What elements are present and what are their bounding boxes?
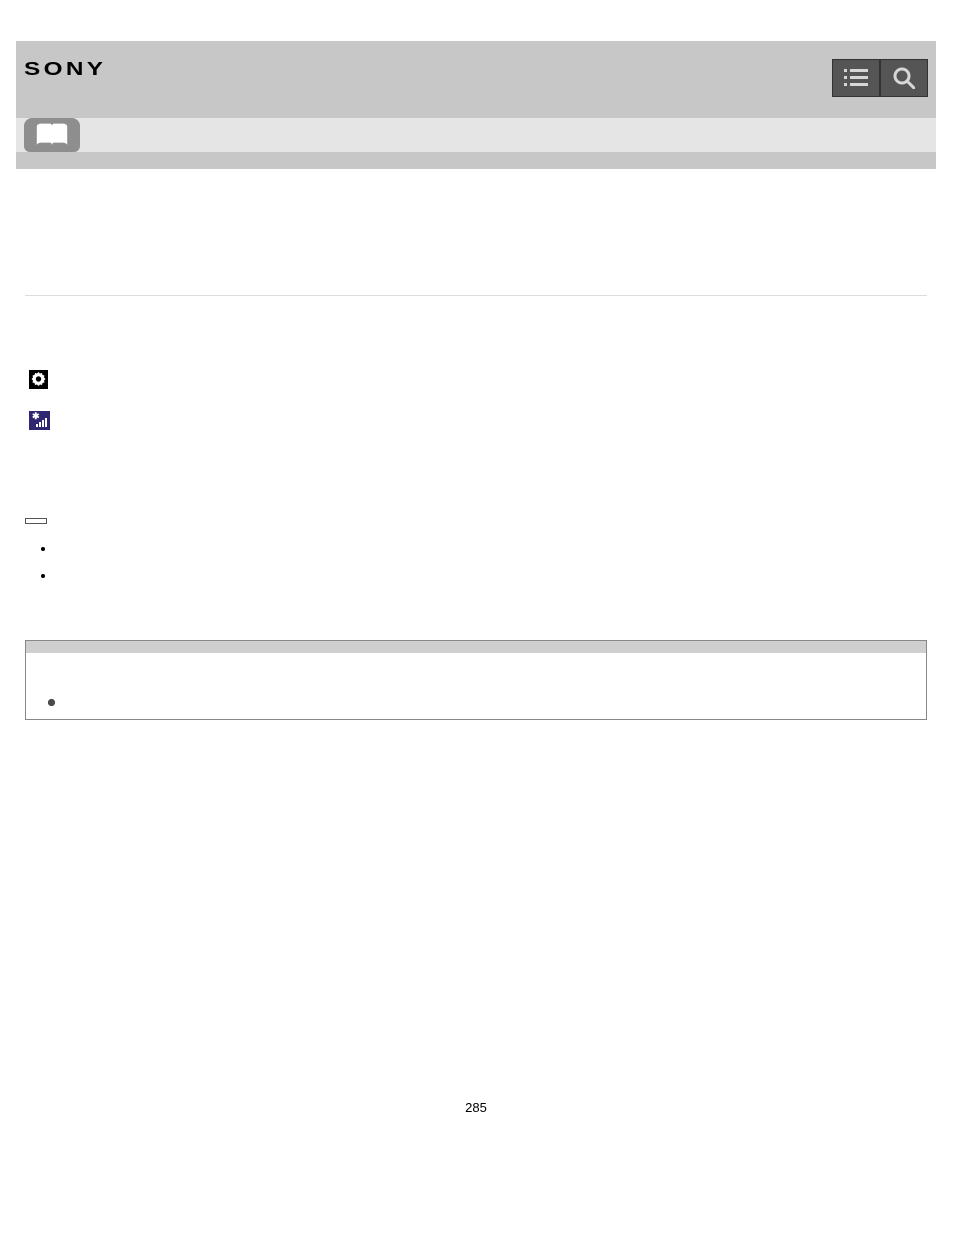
help-guide-icon[interactable] <box>24 118 80 152</box>
hint-heading <box>25 518 47 524</box>
step-1 <box>25 366 927 389</box>
gray-strip <box>16 152 936 169</box>
search-icon <box>893 67 915 89</box>
creative-look-icon: ✱ <box>29 411 50 430</box>
header-bar: SONY <box>16 41 936 118</box>
page-number: 285 <box>25 1100 927 1135</box>
separator <box>25 295 927 296</box>
search-button[interactable] <box>880 59 928 97</box>
page-content: ✱ <box>16 169 936 1135</box>
guide-bar <box>16 118 936 152</box>
hint-item <box>55 539 927 558</box>
step-2: ✱ <box>25 411 927 430</box>
list-icon <box>844 69 868 87</box>
hint-list <box>37 539 927 585</box>
note-heading <box>26 641 926 653</box>
sony-logo: SONY <box>24 59 106 80</box>
note-box <box>25 640 927 720</box>
header-icon-group <box>832 59 928 97</box>
setup-icon <box>29 370 48 389</box>
list-button[interactable] <box>832 59 880 97</box>
svg-text:✱: ✱ <box>32 411 40 421</box>
hint-item <box>55 566 927 585</box>
